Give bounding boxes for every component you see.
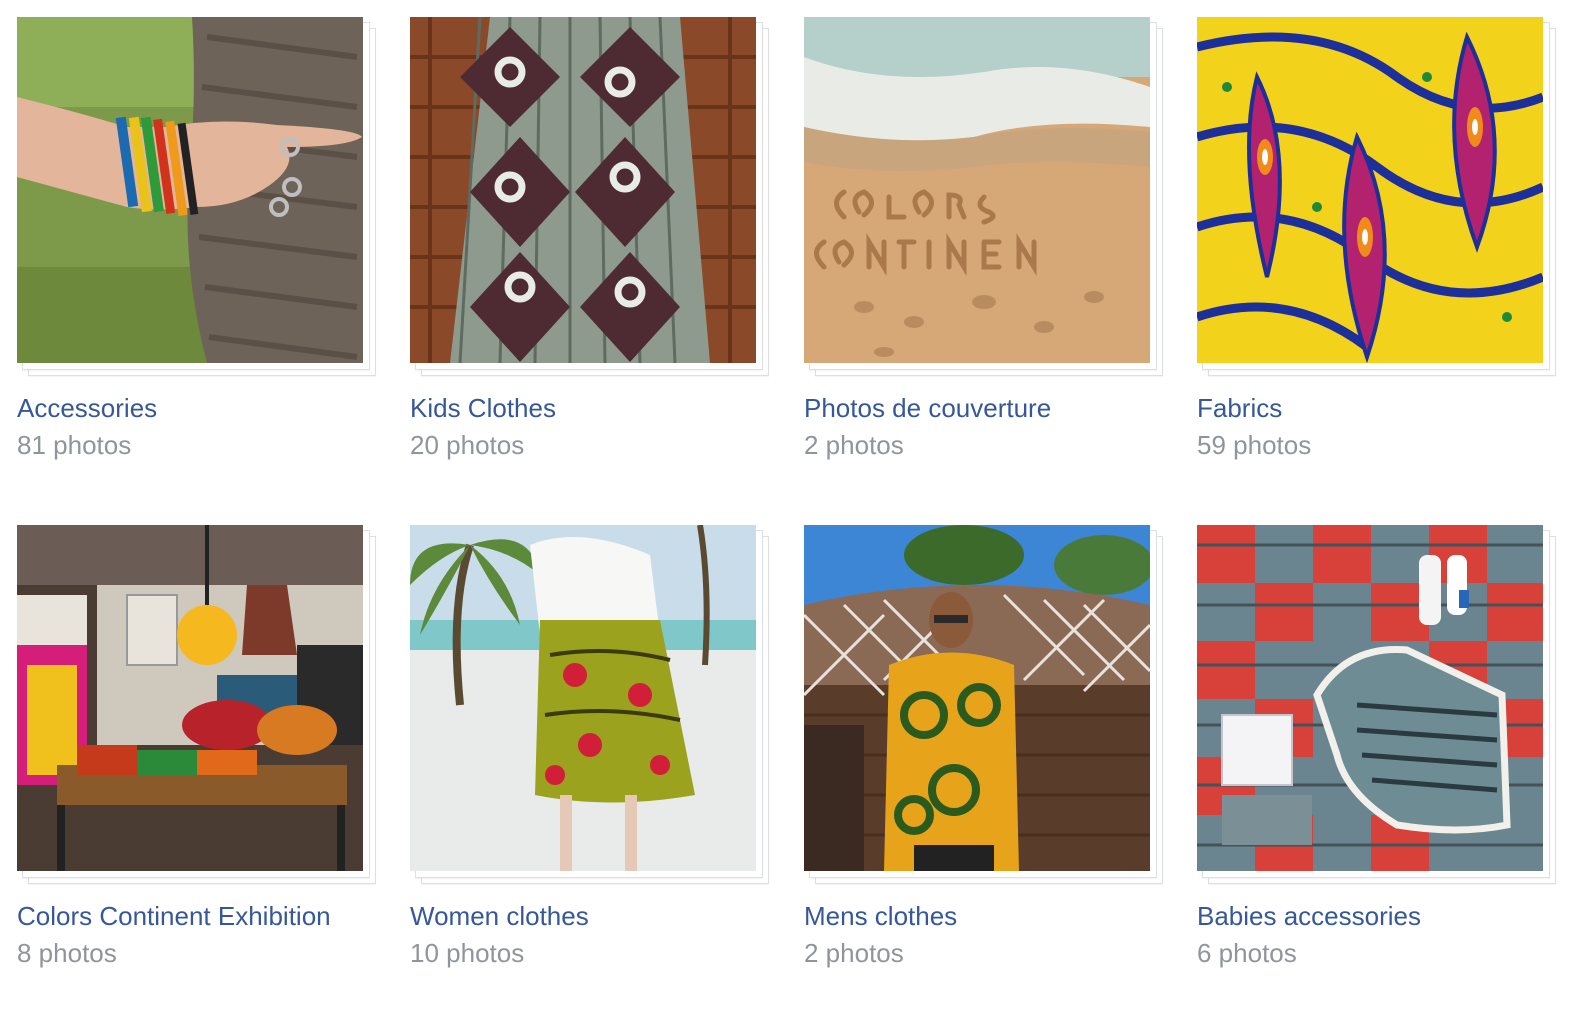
- album-card-fabrics[interactable]: Fabrics 59 photos: [1180, 0, 1556, 470]
- album-title[interactable]: Colors Continent Exhibition: [17, 900, 331, 932]
- album-grid: Accessories 81 photos Kids Clothes 20 ph…: [0, 0, 1586, 1020]
- album-cover-stack[interactable]: [804, 525, 1164, 885]
- album-cover-stack[interactable]: [410, 525, 770, 885]
- man-in-yellow-african-shirt-image: [804, 525, 1150, 871]
- album-cover-stack[interactable]: [17, 525, 377, 885]
- album-card-photos-de-couverture[interactable]: Photos de couverture 2 photos: [787, 0, 1163, 470]
- sand-writing-colors-continent-image: [804, 17, 1150, 363]
- album-cover-colors-continent-exhibition[interactable]: [17, 525, 363, 871]
- album-photo-count: 81 photos: [17, 430, 132, 460]
- album-cover-fabrics[interactable]: [1197, 17, 1543, 363]
- baby-bib-on-patchwork-quilt-image: [1197, 525, 1543, 871]
- album-photo-count: 6 photos: [1197, 938, 1297, 968]
- album-cover-stack[interactable]: [804, 17, 1164, 377]
- album-cover-kids-clothes[interactable]: [410, 17, 756, 363]
- album-title[interactable]: Photos de couverture: [804, 392, 1051, 424]
- album-title[interactable]: Mens clothes: [804, 900, 957, 932]
- album-card-mens-clothes[interactable]: Mens clothes 2 photos: [787, 508, 1163, 978]
- album-cover-stack[interactable]: [17, 17, 377, 377]
- album-photo-count: 8 photos: [17, 938, 117, 968]
- album-card-accessories[interactable]: Accessories 81 photos: [0, 0, 376, 470]
- album-photo-count: 2 photos: [804, 430, 904, 460]
- album-photo-count: 10 photos: [410, 938, 525, 968]
- album-title[interactable]: Kids Clothes: [410, 392, 556, 424]
- album-card-kids-clothes[interactable]: Kids Clothes 20 photos: [393, 0, 769, 470]
- album-cover-stack[interactable]: [1197, 17, 1557, 377]
- album-card-colors-continent-exhibition[interactable]: Colors Continent Exhibition 8 photos: [0, 508, 376, 978]
- album-title[interactable]: Babies accessories: [1197, 900, 1421, 932]
- album-card-women-clothes[interactable]: Women clothes 10 photos: [393, 508, 769, 978]
- album-cover-babies-accessories[interactable]: [1197, 525, 1543, 871]
- album-title[interactable]: Fabrics: [1197, 392, 1282, 424]
- album-photo-count: 20 photos: [410, 430, 525, 460]
- album-card-babies-accessories[interactable]: Babies accessories 6 photos: [1180, 508, 1556, 978]
- album-photo-count: 59 photos: [1197, 430, 1312, 460]
- album-cover-photos-de-couverture[interactable]: [804, 17, 1150, 363]
- album-cover-stack[interactable]: [1197, 525, 1557, 885]
- patterned-dress-on-wooden-deck-image: [410, 17, 756, 363]
- hand-with-bracelets-on-palm-tree-image: [17, 17, 363, 363]
- album-cover-women-clothes[interactable]: [410, 525, 756, 871]
- exhibition-stand-with-bags-image: [17, 525, 363, 871]
- album-photo-count: 2 photos: [804, 938, 904, 968]
- album-cover-accessories[interactable]: [17, 17, 363, 363]
- yellow-blue-wax-print-fabric-image: [1197, 17, 1543, 363]
- album-title[interactable]: Women clothes: [410, 900, 589, 932]
- album-cover-stack[interactable]: [410, 17, 770, 377]
- woman-skirt-on-beach-image: [410, 525, 756, 871]
- album-cover-mens-clothes[interactable]: [804, 525, 1150, 871]
- album-title[interactable]: Accessories: [17, 392, 157, 424]
